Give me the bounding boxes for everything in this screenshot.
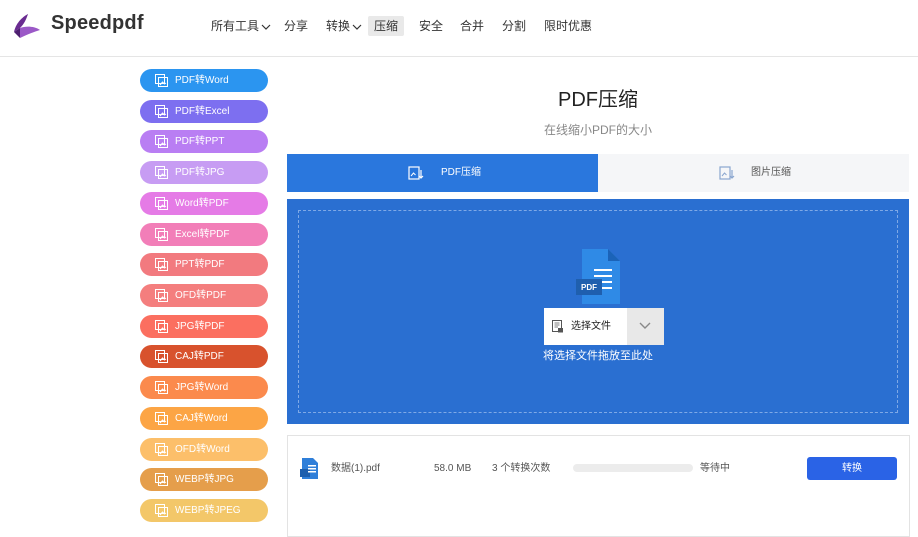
image-file-icon [155,105,168,118]
select-file-button[interactable]: 选择文件 [544,308,627,345]
image-file-icon [155,381,168,394]
sidebar-item-label: Excel转PDF [175,229,230,240]
image-file-icon [155,289,168,302]
sidebar-item-label: WEBP转JPG [175,474,234,485]
sidebar-item-pdf-to-word[interactable]: PDF转Word [140,69,268,92]
page-subtitle: 在线缩小PDF的大小 [543,123,652,137]
chevron-down-icon [261,24,271,30]
progress-bar [573,464,693,472]
chevron-down-icon [639,322,651,329]
sidebar-item-label: OFD转Word [175,444,230,455]
sidebar-item-label: CAJ转Word [175,413,228,424]
top-header: Speedpdf 所有工具 分享 转换 压缩 安全 合并 分割 限时优惠 [0,0,918,57]
tab-label: 图片压缩 [751,167,791,178]
image-file-icon [155,473,168,486]
nav-share[interactable]: 分享 [284,16,308,36]
select-file-label: 选择文件 [571,321,611,332]
file-size: 58.0 MB [434,463,472,474]
sidebar-item-label: CAJ转PDF [175,351,224,362]
tab-image-compress[interactable]: 图片压缩 [598,154,909,192]
image-file-icon [155,504,168,517]
file-doc-icon [300,458,318,479]
sidebar-item-label: PDF转PPT [175,136,225,147]
sidebar-item-ofd-to-pdf[interactable]: OFD转PDF [140,284,268,307]
image-file-icon [155,258,168,271]
pdf-file-icon: PDF [576,249,620,304]
sidebar-item-label: JPG转PDF [175,321,225,332]
document-icon [552,320,563,333]
image-file-icon [155,412,168,425]
chevron-down-icon [352,24,362,30]
sidebar-item-pdf-to-jpg[interactable]: PDF转JPG [140,161,268,184]
image-file-icon [155,320,168,333]
nav-promotion-label: 限时优惠 [544,19,593,33]
nav-all-tools-label: 所有工具 [211,19,260,33]
nav-merge-label: 合并 [460,19,485,33]
nav-convert[interactable]: 转换 [326,16,362,36]
sidebar-item-label: PDF转Excel [175,106,230,117]
sidebar-item-label: WEBP转JPEG [175,505,241,516]
sidebar-item-webp-to-jpg[interactable]: WEBP转JPG [140,468,268,491]
image-file-icon [155,74,168,87]
nav-security-label: 安全 [419,19,444,33]
nav-security[interactable]: 安全 [419,16,443,36]
file-name: 数据(1).pdf [331,463,380,474]
file-dropzone[interactable]: PDF 选择文件 将选择文件拖放至此处 [287,199,909,424]
nav-compress-label: 压缩 [374,19,399,33]
pdf-compress-icon [408,166,424,180]
sidebar-item-word-to-pdf[interactable]: Word转PDF [140,192,268,215]
nav-share-label: 分享 [284,19,309,33]
speedpdf-logo-icon[interactable] [10,10,42,42]
nav-promotion[interactable]: 限时优惠 [544,16,592,36]
nav-convert-label: 转换 [326,19,351,33]
sidebar-item-caj-to-pdf[interactable]: CAJ转PDF [140,345,268,368]
image-file-icon [155,197,168,210]
sidebar-item-pdf-to-ppt[interactable]: PDF转PPT [140,130,268,153]
image-file-icon [155,135,168,148]
pdf-badge-text: PDF [581,283,597,292]
sidebar-item-label: Word转PDF [175,198,229,209]
tab-pdf-compress[interactable]: PDF压缩 [287,154,598,192]
image-file-icon [155,228,168,241]
file-status: 等待中 [700,463,730,474]
sidebar-item-pdf-to-excel[interactable]: PDF转Excel [140,100,268,123]
drop-hint-text: 将选择文件拖放至此处 [543,350,653,362]
sidebar-item-webp-to-jpeg[interactable]: WEBP转JPEG [140,499,268,522]
select-source-dropdown[interactable] [627,308,664,345]
file-list-panel: 数据(1).pdf 58.0 MB 3 个转换次数 等待中 转换 [287,435,910,537]
nav-all-tools[interactable]: 所有工具 [211,16,271,36]
image-compress-icon [719,166,735,180]
sidebar-item-label: PDF转Word [175,75,229,86]
convert-button[interactable]: 转换 [807,457,897,480]
sidebar-item-caj-to-word[interactable]: CAJ转Word [140,407,268,430]
page-title: PDF压缩 [558,89,638,111]
nav-merge[interactable]: 合并 [460,16,484,36]
image-file-icon [155,350,168,363]
nav-split-label: 分割 [502,19,527,33]
sidebar-item-label: PPT转PDF [175,259,225,270]
nav-compress[interactable]: 压缩 [368,16,405,36]
sidebar-item-ofd-to-word[interactable]: OFD转Word [140,438,268,461]
image-file-icon [155,166,168,179]
sidebar-item-label: JPG转Word [175,382,229,393]
brand-name[interactable]: Speedpdf [51,12,144,35]
sidebar-item-ppt-to-pdf[interactable]: PPT转PDF [140,253,268,276]
image-file-icon [155,443,168,456]
sidebar-item-jpg-to-pdf[interactable]: JPG转PDF [140,315,268,338]
sidebar-item-label: OFD转PDF [175,290,227,301]
nav-split[interactable]: 分割 [502,16,526,36]
conversion-count: 3 个转换次数 [492,463,551,474]
sidebar-item-excel-to-pdf[interactable]: Excel转PDF [140,223,268,246]
sidebar-item-label: PDF转JPG [175,167,225,178]
sidebar-item-jpg-to-word[interactable]: JPG转Word [140,376,268,399]
tab-label: PDF压缩 [441,167,481,178]
